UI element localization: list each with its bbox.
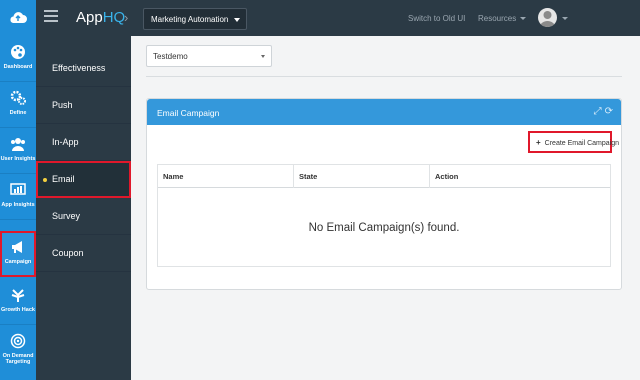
subnav-label: In-App: [52, 137, 79, 147]
empty-state-message: No Email Campaign(s) found.: [308, 222, 460, 234]
menu-icon[interactable]: [44, 10, 58, 24]
caret-down-icon: [520, 17, 527, 20]
resources-menu[interactable]: Resources: [478, 14, 527, 23]
sidebar-label: App Insights: [1, 202, 35, 208]
icon-sidebar: Dashboard Define User Insights App Insig…: [0, 36, 36, 380]
divider: [146, 76, 622, 77]
app-logo: AppHQ: [76, 9, 126, 26]
top-bar: AppHQ › Marketing Automation Switch to O…: [0, 0, 640, 36]
project-select[interactable]: Testdemo: [146, 45, 272, 67]
caret-down-icon: [261, 55, 265, 58]
table-header: Name State Action: [158, 165, 610, 188]
sidebar-item-growth-hack[interactable]: Growth Hack: [0, 279, 36, 325]
switch-old-ui-link[interactable]: Switch to Old UI: [408, 14, 465, 23]
expand-icon[interactable]: ⤢: [594, 106, 602, 117]
create-email-campaign-button[interactable]: + Create Email Campaign: [528, 131, 619, 153]
home-button[interactable]: [0, 0, 36, 36]
sidebar-label: User Insights: [0, 156, 36, 162]
sidebar-label: Growth Hack: [1, 307, 35, 313]
target-icon: [10, 333, 26, 349]
cloud-upload-icon: [10, 12, 27, 23]
panel-title: Email Campaign: [157, 108, 220, 118]
create-button-label: Create Email Campaign: [544, 140, 619, 147]
column-header-name[interactable]: Name: [158, 165, 294, 188]
sidebar-item-user-insights[interactable]: User Insights: [0, 128, 36, 174]
sidebar-label: Campaign: [4, 259, 32, 265]
app-selector-value: Marketing Automation: [151, 15, 229, 24]
panel-header: Email Campaign ⤢ ⟳: [147, 99, 621, 125]
active-dot-icon: [43, 178, 47, 182]
column-header-action: Action: [435, 172, 459, 181]
sidebar-label: Dashboard: [3, 64, 33, 70]
subnav-item-in-app[interactable]: In-App: [36, 124, 131, 161]
refresh-icon[interactable]: ⟳: [605, 106, 613, 117]
subnav-label: Effectiveness: [52, 63, 106, 73]
subnav-label: Push: [52, 100, 73, 110]
resources-label: Resources: [478, 14, 517, 23]
sidebar-label: Define: [9, 110, 27, 116]
subnav-item-push[interactable]: Push: [36, 87, 131, 124]
sidebar-item-app-insights[interactable]: App Insights: [0, 174, 36, 220]
subnav-label: Survey: [52, 211, 81, 221]
app-selector[interactable]: Marketing Automation: [143, 8, 247, 30]
sidebar-item-campaign[interactable]: Campaign: [0, 231, 36, 277]
growth-icon: [11, 289, 25, 302]
sidebar-item-define[interactable]: Define: [0, 82, 36, 128]
subnav-label: Coupon: [52, 248, 84, 258]
plus-icon: +: [536, 138, 541, 147]
subnav-item-effectiveness[interactable]: Effectiveness: [36, 50, 131, 87]
subnav-item-email[interactable]: Email: [36, 161, 131, 198]
project-select-value: Testdemo: [153, 52, 188, 61]
avatar[interactable]: [538, 8, 557, 27]
sidebar-item-dashboard[interactable]: Dashboard: [0, 36, 36, 82]
chevron-right-icon: ›: [124, 10, 129, 25]
sidebar-label: On Demand Targeting: [2, 353, 34, 365]
avatar-caret-icon[interactable]: [562, 17, 568, 20]
users-icon: [11, 138, 25, 151]
column-header-state[interactable]: State: [294, 165, 430, 188]
palette-icon: [11, 45, 25, 59]
subnav-label: Email: [52, 174, 75, 184]
sidebar-item-on-demand-targeting[interactable]: On Demand Targeting: [0, 325, 36, 377]
subnav-item-survey[interactable]: Survey: [36, 198, 131, 235]
chart-icon: [10, 183, 26, 195]
gears-icon: [10, 90, 26, 105]
campaign-subnav: Effectiveness Push In-App Email Survey C…: [36, 36, 131, 380]
megaphone-icon: [12, 241, 22, 253]
campaign-table: Name State Action No Email Campaign(s) f…: [157, 164, 611, 267]
subnav-item-coupon[interactable]: Coupon: [36, 235, 131, 272]
caret-down-icon: [234, 18, 240, 22]
